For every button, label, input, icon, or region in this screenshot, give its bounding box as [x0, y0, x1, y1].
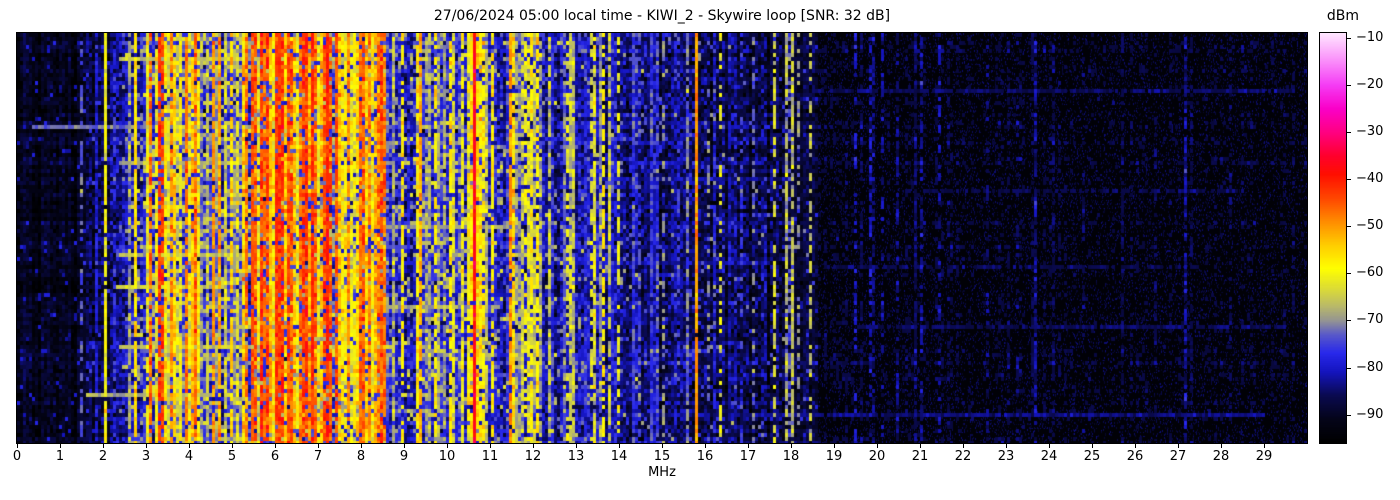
x-tick-mark	[662, 444, 663, 448]
colorbar-tick-mark	[1347, 226, 1351, 228]
x-tick-label: 17	[739, 449, 757, 464]
x-tick-mark	[1092, 444, 1093, 448]
x-tick-mark	[490, 444, 491, 448]
colorbar-tick-label: −30	[1356, 123, 1384, 139]
x-tick-mark	[232, 444, 233, 448]
x-tick-mark	[361, 444, 362, 448]
x-tick-label: 19	[825, 449, 843, 464]
colorbar-tick-mark	[1347, 273, 1351, 275]
colorbar-tick-mark	[1347, 131, 1351, 133]
x-tick-mark	[920, 444, 921, 448]
x-tick-label: 18	[782, 449, 800, 464]
x-tick-mark	[1178, 444, 1179, 448]
x-tick-label: 14	[610, 449, 628, 464]
x-tick-label: 16	[696, 449, 714, 464]
x-tick-mark	[17, 444, 18, 448]
colorbar-gradient	[1320, 33, 1346, 443]
x-tick-mark	[1221, 444, 1222, 448]
colorbar-tick-mark	[1347, 84, 1351, 86]
x-tick-label: 13	[567, 449, 585, 464]
x-tick-label: 12	[524, 449, 542, 464]
x-tick-label: 8	[356, 449, 366, 464]
colorbar-tick-label: −60	[1356, 265, 1384, 281]
x-tick-mark	[619, 444, 620, 448]
chart-title: 27/06/2024 05:00 local time - KIWI_2 - S…	[433, 8, 891, 24]
x-tick-mark	[963, 444, 964, 448]
x-tick-mark	[1135, 444, 1136, 448]
colorbar-frame	[1319, 32, 1347, 444]
x-axis-label: MHz	[648, 465, 676, 480]
x-tick-label: 15	[653, 449, 671, 464]
colorbar-tick-label: −40	[1356, 171, 1384, 187]
colorbar-tick-label: −10	[1356, 29, 1384, 45]
x-tick-label: 22	[954, 449, 972, 464]
x-tick-mark	[189, 444, 190, 448]
colorbar-tick-mark	[1347, 179, 1351, 181]
x-tick-mark	[146, 444, 147, 448]
x-tick-label: 24	[1040, 449, 1058, 464]
x-tick-mark	[834, 444, 835, 448]
x-tick-label: 7	[313, 449, 323, 464]
x-tick-label: 29	[1255, 449, 1273, 464]
colorbar-tick-label: −20	[1356, 76, 1384, 92]
x-tick-mark	[576, 444, 577, 448]
colorbar-tick-mark	[1347, 320, 1351, 322]
x-tick-mark	[275, 444, 276, 448]
x-tick-mark	[103, 444, 104, 448]
x-tick-label: 10	[438, 449, 456, 464]
x-tick-label: 28	[1212, 449, 1230, 464]
colorbar-tick-label: −50	[1356, 218, 1384, 234]
x-tick-label: 23	[997, 449, 1015, 464]
x-tick-label: 9	[399, 449, 409, 464]
x-tick-mark	[533, 444, 534, 448]
x-tick-label: 0	[12, 449, 22, 464]
x-tick-label: 27	[1169, 449, 1187, 464]
x-tick-mark	[1264, 444, 1265, 448]
x-tick-label: 20	[868, 449, 886, 464]
x-tick-mark	[1049, 444, 1050, 448]
x-tick-label: 1	[55, 449, 65, 464]
x-tick-label: 6	[270, 449, 280, 464]
colorbar-tick-mark	[1347, 414, 1351, 416]
x-tick-mark	[404, 444, 405, 448]
x-tick-label: 3	[141, 449, 151, 464]
x-tick-mark	[705, 444, 706, 448]
colorbar-tick-label: −70	[1356, 312, 1384, 328]
x-tick-mark	[60, 444, 61, 448]
colorbar-unit-label: dBm	[1326, 8, 1360, 24]
x-tick-mark	[318, 444, 319, 448]
x-tick-mark	[748, 444, 749, 448]
x-tick-label: 2	[98, 449, 108, 464]
colorbar-tick-mark	[1347, 37, 1351, 39]
x-tick-mark	[791, 444, 792, 448]
x-tick-mark	[877, 444, 878, 448]
x-tick-label: 11	[481, 449, 499, 464]
x-tick-mark	[1006, 444, 1007, 448]
waterfall-heatmap	[17, 33, 1307, 443]
colorbar-tick-label: −80	[1356, 359, 1384, 375]
x-tick-label: 21	[911, 449, 929, 464]
colorbar-tick-label: −90	[1356, 406, 1384, 422]
x-tick-label: 4	[184, 449, 194, 464]
colorbar-tick-mark	[1347, 367, 1351, 369]
x-tick-label: 26	[1126, 449, 1144, 464]
x-tick-label: 5	[227, 449, 237, 464]
waterfall-plot-frame	[16, 32, 1308, 444]
x-tick-mark	[447, 444, 448, 448]
x-tick-label: 25	[1083, 449, 1101, 464]
